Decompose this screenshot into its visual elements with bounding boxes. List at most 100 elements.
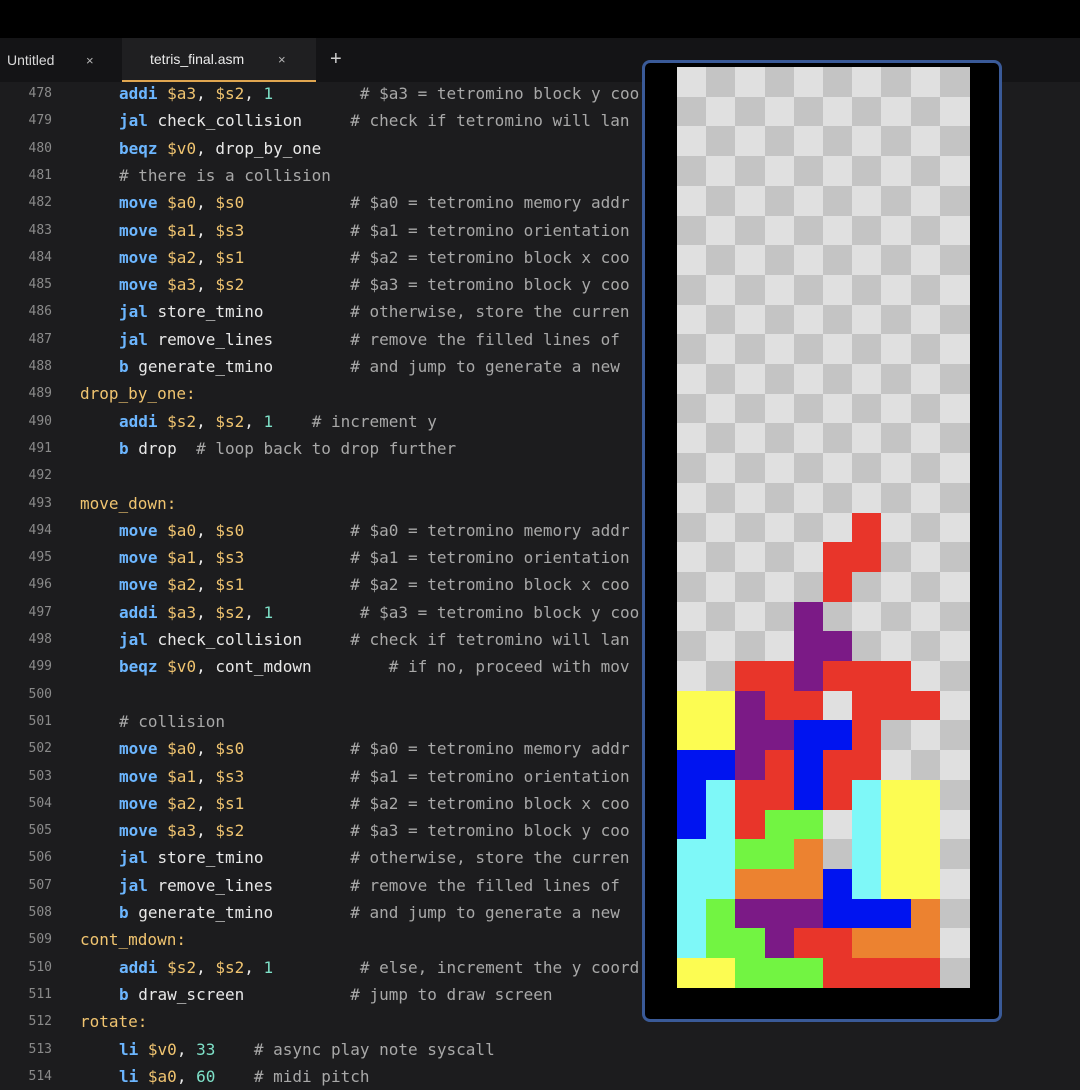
code-line[interactable]: 491 b drop # loop back to drop further bbox=[0, 435, 640, 462]
code-line[interactable]: 497 addi $a3, $s2, 1 # $a3 = tetromino bl… bbox=[0, 599, 640, 626]
empty-cell bbox=[881, 393, 912, 424]
block-cell bbox=[735, 958, 766, 988]
block-cell bbox=[793, 928, 824, 959]
block-cell bbox=[852, 750, 883, 781]
block-cell bbox=[823, 809, 853, 840]
empty-cell bbox=[852, 482, 883, 513]
empty-cell bbox=[706, 631, 737, 662]
close-icon[interactable]: × bbox=[86, 53, 94, 68]
empty-cell bbox=[852, 631, 883, 662]
empty-cell bbox=[823, 185, 853, 216]
empty-cell bbox=[764, 571, 795, 602]
empty-cell bbox=[706, 512, 737, 543]
code-line[interactable]: 486 jal store_tmino # otherwise, store th… bbox=[0, 298, 640, 325]
code-line[interactable]: 506 jal store_tmino # otherwise, store th… bbox=[0, 844, 640, 871]
empty-cell bbox=[939, 453, 970, 484]
empty-cell bbox=[706, 542, 737, 573]
code-line[interactable]: 501 # collision bbox=[0, 708, 640, 735]
empty-cell bbox=[677, 245, 707, 276]
empty-cell bbox=[852, 453, 883, 484]
code-line[interactable]: 490 addi $s2, $s2, 1 # increment y bbox=[0, 408, 640, 435]
tab-tetris-final-asm[interactable]: tetris_final.asm × bbox=[122, 38, 316, 82]
code-token: $s3 bbox=[215, 548, 245, 568]
new-tab-icon[interactable]: + bbox=[330, 48, 342, 71]
code-token: # $a2 = tetromino block x coo bbox=[350, 793, 630, 813]
code-line[interactable]: 482 move $a0, $s0 # $a0 = tetromino memor… bbox=[0, 189, 640, 216]
code-token: addi bbox=[119, 957, 168, 977]
empty-cell bbox=[939, 245, 970, 276]
empty-cell bbox=[910, 304, 941, 335]
code-token: cont_mdown: bbox=[80, 930, 186, 950]
code-line[interactable]: 480 beqz $v0, drop_by_one bbox=[0, 135, 640, 162]
code-line[interactable]: 499 beqz $v0, cont_mdown # if no, proceed… bbox=[0, 653, 640, 680]
empty-cell bbox=[881, 215, 912, 246]
code-line[interactable]: 479 jal check_collision # check if tetrom… bbox=[0, 107, 640, 134]
code-line[interactable]: 510 addi $s2, $s2, 1 # else, increment th… bbox=[0, 954, 640, 981]
tab-untitled[interactable]: Untitled × bbox=[0, 38, 120, 82]
code-line[interactable]: 504 move $a2, $s1 # $a2 = tetromino block… bbox=[0, 790, 640, 817]
code-line[interactable]: 508 b generate_tmino # and jump to genera… bbox=[0, 899, 640, 926]
empty-cell bbox=[823, 67, 853, 97]
block-cell bbox=[706, 779, 737, 810]
code-text: beqz $v0, cont_mdown # if no, proceed wi… bbox=[119, 653, 630, 680]
code-line[interactable]: 484 move $a2, $s1 # $a2 = tetromino block… bbox=[0, 244, 640, 271]
code-line[interactable]: 511 b draw_screen # jump to draw screen bbox=[0, 981, 640, 1008]
code-line[interactable]: 485 move $a3, $s2 # $a3 = tetromino block… bbox=[0, 271, 640, 298]
code-line[interactable]: 483 move $a1, $s3 # $a1 = tetromino orien… bbox=[0, 217, 640, 244]
block-cell bbox=[793, 898, 824, 929]
line-number: 492 bbox=[28, 468, 52, 484]
code-line[interactable]: 512 rotate: bbox=[0, 1008, 640, 1035]
code-token: 1 bbox=[263, 602, 274, 622]
code-token: # midi pitch bbox=[253, 1066, 370, 1086]
code-line[interactable]: 495 move $a1, $s3 # $a1 = tetromino orien… bbox=[0, 544, 640, 571]
line-number: 490 bbox=[28, 413, 52, 429]
line-number: 498 bbox=[28, 632, 52, 647]
empty-cell bbox=[764, 215, 795, 246]
empty-cell bbox=[735, 453, 766, 484]
empty-cell bbox=[910, 601, 941, 632]
code-line[interactable]: 503 move $a1, $s3 # $a1 = tetromino orien… bbox=[0, 763, 640, 790]
code-line[interactable]: 513 li $v0, 33 # async play note syscall bbox=[0, 1036, 640, 1063]
empty-cell bbox=[881, 720, 912, 751]
code-line[interactable]: 488 b generate_tmino # and jump to genera… bbox=[0, 353, 640, 380]
block-cell bbox=[677, 928, 707, 959]
code-token: 1 bbox=[263, 84, 274, 103]
code-text: jal remove_lines # remove the filled lin… bbox=[119, 326, 630, 353]
code-line[interactable]: 489 drop_by_one: bbox=[0, 380, 640, 407]
code-token: $a2 bbox=[167, 575, 197, 595]
code-line[interactable]: 502 move $a0, $s0 # $a0 = tetromino memor… bbox=[0, 735, 640, 762]
code-line[interactable]: 494 move $a0, $s0 # $a0 = tetromino memor… bbox=[0, 517, 640, 544]
code-line[interactable]: 496 move $a2, $s1 # $a2 = tetromino block… bbox=[0, 571, 640, 598]
line-number: 499 bbox=[28, 659, 52, 675]
code-line[interactable]: 493 move_down: bbox=[0, 490, 640, 517]
code-line[interactable]: 505 move $a3, $s2 # $a3 = tetromino block… bbox=[0, 817, 640, 844]
code-line[interactable]: 478 addi $a3, $s2, 1 # $a3 = tetromino bl… bbox=[0, 80, 640, 107]
empty-cell bbox=[764, 364, 795, 394]
empty-cell bbox=[764, 512, 795, 543]
code-line[interactable]: 481 # there is a collision bbox=[0, 162, 640, 189]
close-icon[interactable]: × bbox=[278, 52, 286, 67]
code-text: move $a2, $s1 # $a2 = tetromino block x … bbox=[119, 244, 630, 271]
code-line[interactable]: 492 bbox=[0, 462, 640, 489]
code-line[interactable]: 509 cont_mdown: bbox=[0, 926, 640, 953]
code-token: , bbox=[196, 193, 216, 213]
code-line[interactable]: 498 jal check_collision # check if tetrom… bbox=[0, 626, 640, 653]
block-cell bbox=[910, 839, 941, 870]
code-line[interactable]: 514 li $a0, 60 # midi pitch bbox=[0, 1063, 640, 1090]
empty-cell bbox=[823, 601, 853, 632]
code-line[interactable]: 487 jal remove_lines # remove the filled … bbox=[0, 326, 640, 353]
block-cell bbox=[793, 690, 824, 721]
empty-cell bbox=[939, 96, 970, 127]
code-line[interactable]: 507 jal remove_lines # remove the filled … bbox=[0, 872, 640, 899]
empty-cell bbox=[677, 453, 707, 484]
code-token: , bbox=[196, 575, 216, 595]
code-token: $v0 bbox=[167, 657, 197, 677]
empty-cell bbox=[793, 453, 824, 484]
code-line[interactable]: 500 bbox=[0, 681, 640, 708]
code-token: $s1 bbox=[215, 575, 245, 595]
empty-cell bbox=[881, 156, 912, 187]
empty-cell bbox=[677, 571, 707, 602]
empty-cell bbox=[881, 364, 912, 394]
block-cell bbox=[764, 839, 795, 870]
